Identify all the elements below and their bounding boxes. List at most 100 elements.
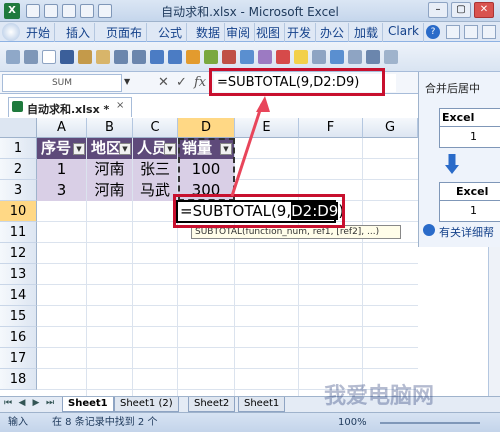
save-as-icon[interactable] — [60, 50, 74, 64]
row-header-18[interactable]: 18 — [0, 369, 37, 390]
sheet-tab-1[interactable]: Sheet1 — [62, 397, 114, 412]
tab-view[interactable]: 视图 — [252, 23, 286, 42]
filter-dropdown-icon[interactable]: ▼ — [119, 143, 131, 155]
tab-formulas[interactable]: 公式 — [154, 23, 188, 42]
ribbon-close-icon[interactable] — [482, 25, 496, 39]
tab-home[interactable]: 开始 — [22, 23, 56, 42]
column-header-c[interactable]: C — [133, 118, 178, 138]
filter-dropdown-icon[interactable]: ▼ — [73, 143, 85, 155]
cell-c4[interactable]: 马武 — [133, 180, 177, 201]
chart-icon[interactable] — [222, 50, 236, 64]
column-header-b[interactable]: B — [87, 118, 133, 138]
tab-developer[interactable]: 开发 — [283, 23, 317, 42]
row-header-3[interactable]: 3 — [0, 180, 37, 201]
sheet-tab-3[interactable]: Sheet2 — [188, 397, 236, 412]
tab-page-layout[interactable]: 页面布 — [102, 23, 148, 42]
select-all-corner[interactable] — [0, 118, 37, 138]
zoom-slider[interactable] — [380, 422, 480, 424]
help-info-icon[interactable] — [423, 224, 435, 236]
italic-icon[interactable] — [132, 50, 146, 64]
name-box-dropdown-icon[interactable]: ▼ — [124, 77, 130, 86]
row-header-10[interactable]: 10 — [0, 201, 37, 222]
paste-icon[interactable] — [78, 50, 92, 64]
sample-header-before: Excel — [442, 111, 475, 124]
enter-formula-button[interactable]: ✓ — [176, 75, 187, 90]
font-color-icon[interactable] — [276, 50, 290, 64]
redo-ribbon-icon[interactable] — [168, 50, 182, 64]
ribbon-restore-icon[interactable] — [464, 25, 478, 39]
workbook-close-button[interactable]: × — [116, 100, 124, 111]
column-header-e[interactable]: E — [235, 118, 299, 138]
sort-icon[interactable] — [186, 50, 200, 64]
cell-a2[interactable]: 1 — [37, 159, 86, 180]
sheet-tab-4[interactable]: Sheet1 — [238, 397, 286, 412]
cancel-formula-button[interactable]: ✕ — [158, 75, 169, 90]
minimize-button[interactable]: – — [428, 2, 448, 18]
row-header-15[interactable]: 15 — [0, 306, 37, 327]
new-file-icon[interactable] — [42, 50, 56, 64]
row-header-14[interactable]: 14 — [0, 285, 37, 306]
column-header-f[interactable]: F — [299, 118, 363, 138]
row-header-16[interactable]: 16 — [0, 327, 37, 348]
status-message: 在 8 条记录中找到 2 个 — [52, 417, 158, 428]
row-header-17[interactable]: 17 — [0, 348, 37, 369]
help-icon[interactable]: ? — [426, 25, 440, 39]
column-header-g[interactable]: G — [363, 118, 418, 138]
tab-review[interactable]: 审阅 — [222, 23, 256, 42]
table-icon[interactable] — [240, 50, 254, 64]
first-sheet-icon[interactable]: ⏮ — [2, 398, 14, 408]
cell-b2[interactable]: 河南 — [87, 159, 132, 180]
insert-function-icon[interactable] — [366, 50, 380, 64]
next-sheet-icon[interactable]: ▶ — [30, 398, 42, 408]
tab-addins[interactable]: 加载 — [350, 23, 384, 42]
borders-icon[interactable] — [312, 50, 326, 64]
column-header-a[interactable]: A — [37, 118, 87, 138]
tab-office[interactable]: 办公 — [316, 23, 350, 42]
prev-sheet-icon[interactable]: ◀ — [16, 398, 28, 408]
name-box[interactable]: SUM — [2, 74, 122, 92]
filter-dropdown-icon[interactable]: ▼ — [164, 143, 176, 155]
row-header-12[interactable]: 12 — [0, 243, 37, 264]
formula-bar-callout — [209, 68, 385, 96]
fill-color-icon[interactable] — [294, 50, 308, 64]
workbook-tab[interactable]: 自动求和.xlsx * — [8, 97, 132, 117]
sample-line — [440, 200, 500, 201]
sheet-tab-2[interactable]: Sheet1 (2) — [114, 397, 179, 412]
column-header-d[interactable]: D — [178, 118, 235, 138]
gridline — [37, 347, 418, 348]
office-button[interactable] — [2, 23, 20, 41]
insert-function-button[interactable]: fx — [194, 75, 206, 90]
undo-ribbon-icon[interactable] — [150, 50, 164, 64]
format-painter-icon[interactable] — [96, 50, 110, 64]
merge-center-icon[interactable] — [330, 50, 344, 64]
copy-icon[interactable] — [24, 50, 38, 64]
tab-data[interactable]: 数据 — [192, 23, 226, 42]
vertical-scrollbar[interactable] — [488, 247, 500, 396]
tab-clark[interactable]: Clark — [384, 23, 424, 42]
cut-icon[interactable] — [6, 50, 20, 64]
sum-icon[interactable] — [258, 50, 272, 64]
cell-c2[interactable]: 张三 — [133, 159, 177, 180]
zoom-level[interactable]: 100% — [338, 413, 367, 432]
bold-icon[interactable] — [114, 50, 128, 64]
cell-a4[interactable]: 3 — [37, 180, 86, 201]
more-commands-icon[interactable] — [384, 50, 398, 64]
task-pane-help-link[interactable]: 有关详细帮 — [439, 224, 494, 240]
row-header-2[interactable]: 2 — [0, 159, 37, 180]
filter-icon[interactable] — [204, 50, 218, 64]
last-sheet-icon[interactable]: ⏭ — [44, 398, 56, 408]
ribbon-minimize-icon[interactable] — [446, 25, 460, 39]
row-header-1[interactable]: 1 — [0, 138, 37, 159]
maximize-button[interactable]: ▢ — [451, 2, 471, 18]
tab-insert[interactable]: 插入 — [62, 23, 96, 42]
merge-center-help-pane: 合并后居中 Excel 1 Excel 1 有关详细帮 — [418, 72, 500, 247]
row-header-11[interactable]: 11 — [0, 222, 37, 243]
close-window-button[interactable]: ✕ — [474, 2, 494, 18]
header-label: 人员 — [137, 139, 168, 157]
worksheet-grid[interactable]: A B C D E F G 1 2 3 10 11 12 13 14 15 16… — [0, 118, 418, 396]
row-header-13[interactable]: 13 — [0, 264, 37, 285]
wrap-text-icon[interactable] — [348, 50, 362, 64]
gridline — [37, 242, 418, 243]
sample-value-before: 1 — [470, 130, 477, 143]
cell-b4[interactable]: 河南 — [87, 180, 132, 201]
